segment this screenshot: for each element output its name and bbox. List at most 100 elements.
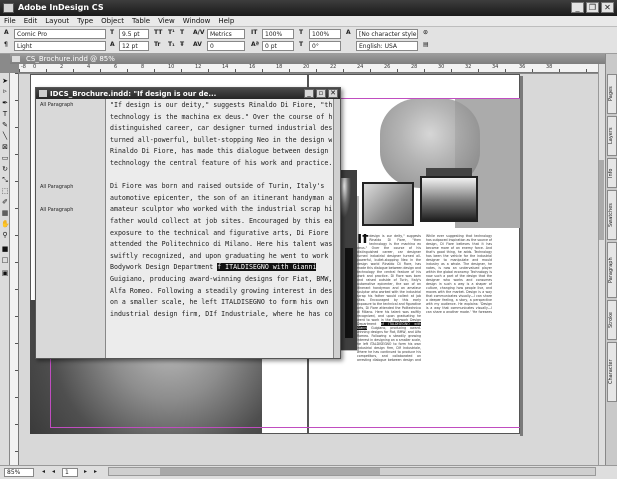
story-minimize-button[interactable]: _ [304, 89, 314, 98]
stroke-swatch-icon[interactable]: □ [1, 256, 9, 264]
story-text[interactable]: "If design is our deity," suggests Rinal… [110, 100, 332, 358]
character-style-select[interactable]: [No character style] [356, 29, 418, 39]
zoom-tool-icon[interactable]: ⚲ [1, 231, 9, 239]
superscript-button[interactable]: T¹ [168, 29, 175, 36]
story-editor-icon [39, 90, 47, 97]
hand-tool-icon[interactable]: ✋ [1, 220, 10, 228]
language-select[interactable]: English: USA [356, 41, 418, 51]
ruler-mark: 12 [195, 64, 202, 70]
character-mode-icon[interactable]: A [4, 29, 9, 36]
story-scrollbar[interactable] [333, 99, 340, 358]
menu-file[interactable]: File [0, 16, 20, 25]
screen-mode-icon[interactable]: ▣ [1, 269, 9, 277]
pen-tool-icon[interactable]: ✒ [1, 99, 9, 107]
menu-view[interactable]: View [154, 16, 179, 25]
ruler-mark: 26 [384, 64, 391, 70]
menu-help[interactable]: Help [214, 16, 238, 25]
menu-object[interactable]: Object [97, 16, 128, 25]
direct-selection-tool-icon[interactable]: ▹ [1, 87, 9, 95]
horizontal-scale-field[interactable]: 100% [309, 29, 341, 39]
font-style-select[interactable]: Light [14, 41, 106, 51]
close-button[interactable]: ✕ [601, 2, 614, 13]
previous-page-button[interactable]: ◂ [50, 468, 60, 477]
gradient-tool-icon[interactable]: ▦ [1, 209, 9, 217]
rotate-tool-icon[interactable]: ↻ [1, 165, 9, 173]
minimize-button[interactable]: _ [571, 2, 584, 13]
kerning-field[interactable]: Metrics [207, 29, 245, 39]
paragraph-style-label: All Paragraph [40, 184, 74, 190]
zoom-field[interactable]: 85% [4, 468, 34, 477]
line-tool-icon[interactable]: ╲ [1, 132, 9, 140]
ruler-mark: 14 [222, 64, 229, 70]
skew-field[interactable]: 0° [309, 41, 341, 51]
first-page-button[interactable]: ◂ [40, 468, 50, 477]
subscript-button[interactable]: T₁ [168, 41, 175, 48]
menu-window[interactable]: Window [179, 16, 215, 25]
small-caps-button[interactable]: Tr [154, 41, 160, 48]
story-editor-title-bar[interactable]: IDCS_Brochure.indd: "If design is our de… [36, 88, 340, 99]
tracking-field[interactable]: 0 [207, 41, 245, 51]
vertical-scrollbar[interactable] [598, 64, 605, 465]
story-line-selected: Bodywork Design Department f ITALDISEGNO… [110, 262, 332, 274]
pencil-tool-icon[interactable]: ✎ [1, 121, 9, 129]
free-transform-tool-icon[interactable]: ⬚ [1, 187, 9, 195]
story-line: Alfa Romeo. Following a steadily growing… [110, 286, 332, 295]
all-caps-button[interactable]: TT [154, 29, 162, 36]
selection-tool-icon[interactable]: ➤ [1, 77, 9, 85]
story-line: on a smaller scale, he left ITALDISEGNO … [110, 298, 329, 307]
horizontal-ruler[interactable]: -8 0 2 4 6 8 10 12 14 16 18 20 22 24 26 … [19, 64, 605, 73]
options-icon[interactable]: ⊙ [423, 29, 428, 36]
panel-menu-icon[interactable]: ▤ [423, 41, 429, 48]
font-size-icon: T [110, 29, 115, 36]
baseline-shift-field[interactable]: 0 pt [262, 41, 294, 51]
rectangle-tool-icon[interactable]: ▭ [1, 154, 9, 162]
type-tool-icon[interactable]: T [1, 110, 9, 118]
document-tab[interactable]: CS_Brochure.indd @ 85% [10, 54, 605, 64]
horizontal-scroll-thumb[interactable] [160, 468, 380, 475]
page-number-field[interactable]: 1 [62, 468, 78, 477]
dock-tab-info[interactable]: Info [607, 158, 617, 188]
ruler-mark: 0 [33, 64, 37, 70]
last-page-button[interactable]: ▸ [92, 468, 102, 477]
story-line: swiftly recognized, and upon graduating … [110, 251, 332, 260]
dock-tab-character[interactable]: Character [607, 342, 617, 402]
vertical-ruler[interactable] [10, 73, 19, 465]
story-line: automotive epicenter, the son of an itin… [110, 193, 332, 202]
fill-swatch-icon[interactable]: ■ [1, 245, 9, 253]
ruler-mark: 8 [141, 64, 145, 70]
strikethrough-button[interactable]: Ŧ [180, 41, 184, 48]
dock-tab-swatches[interactable]: Swatches [607, 190, 617, 240]
story-editor-window[interactable]: IDCS_Brochure.indd: "If design is our de… [35, 87, 341, 359]
scale-tool-icon[interactable]: ⤡ [1, 176, 9, 184]
leading-field[interactable]: 12 pt [119, 41, 149, 51]
selected-text[interactable]: f ITALDISEGNO with Gianni [217, 263, 317, 272]
dock-tab-paragraph[interactable]: Paragraph [607, 242, 617, 298]
text-column-1[interactable]: If design is our deity," suggests Rinaldo… [357, 234, 421, 362]
dock-tab-stroke[interactable]: Stroke [607, 300, 617, 340]
font-size-field[interactable]: 9.5 pt [119, 29, 149, 39]
menu-edit[interactable]: Edit [20, 16, 42, 25]
underline-button[interactable]: T [180, 29, 184, 36]
column-1-text: design is our deity," suggests Rinaldo D… [357, 234, 421, 326]
eyedropper-tool-icon[interactable]: ✐ [1, 198, 9, 206]
menu-layout[interactable]: Layout [41, 16, 73, 25]
ruler-mark: 28 [411, 64, 418, 70]
vertical-scroll-thumb[interactable] [599, 160, 604, 240]
story-line: turned all-powerful, bullet-stopping Neo… [110, 135, 332, 144]
paragraph-mode-icon[interactable]: ¶ [4, 41, 8, 48]
next-page-button[interactable]: ▸ [82, 468, 92, 477]
dock-tab-pages[interactable]: Pages [607, 74, 617, 114]
dock-tab-layers[interactable]: Layers [607, 116, 617, 156]
vertical-scale-field[interactable]: 100% [262, 29, 294, 39]
vertical-scale-icon: IT [251, 29, 258, 36]
ruler-mark: 36 [519, 64, 526, 70]
text-column-2[interactable]: While ever suggesting that technology ha… [426, 234, 492, 314]
font-family-select[interactable]: Comic Pro [14, 29, 106, 39]
story-close-button[interactable]: ✕ [328, 89, 338, 98]
frame-tool-icon[interactable]: ⊠ [1, 143, 9, 151]
menu-type[interactable]: Type [73, 16, 97, 25]
paragraph-style-label: All Paragraph [40, 207, 74, 213]
maximize-button[interactable]: ❐ [586, 2, 599, 13]
menu-table[interactable]: Table [128, 16, 154, 25]
story-maximize-button[interactable]: ▫ [316, 89, 326, 98]
